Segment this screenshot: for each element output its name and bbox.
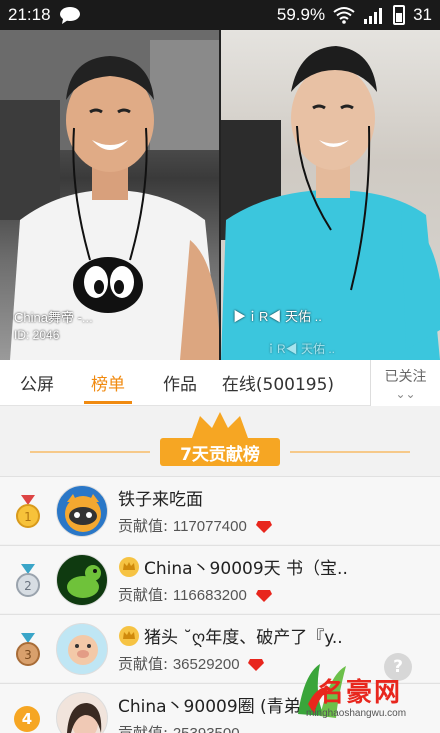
gem-icon <box>255 520 272 533</box>
battery-icon <box>393 5 406 25</box>
ranking-panel: 7天贡献榜 1 铁子来吃面 贡献值: 117077400 2 China丶900… <box>0 406 440 733</box>
tab-ranking-label: 榜单 <box>91 375 125 395</box>
vip-crown-icon <box>119 626 139 646</box>
contrib-label: 贡献值: <box>118 655 169 673</box>
gem-icon <box>248 658 265 671</box>
wifi-icon <box>333 7 355 24</box>
ranking-user-name: China丶90009圈 (青弟) <box>118 697 308 717</box>
bronze-medal-icon: 3 <box>16 633 40 666</box>
avatar-raccoon-icon <box>65 494 101 532</box>
tab-works-label: 作品 <box>163 375 197 395</box>
ranking-contribution: 贡献值: 116683200 <box>118 584 272 605</box>
tab-bar: 公屏 榜单 作品 在线(500195) 已关注 ⌄⌄ <box>0 360 440 406</box>
host-right-name-echo: ｉR◀ 天佑 .. <box>265 342 336 356</box>
avatar-turtle-icon <box>67 565 101 598</box>
contrib-value: 117077400 <box>172 518 247 535</box>
contrib-value: 116683200 <box>172 587 247 604</box>
status-extra-number: 31 <box>413 5 432 24</box>
contrib-label: 贡献值: <box>118 586 169 604</box>
host-left-id: ID: 2046 <box>14 328 60 342</box>
ranking-user-name: 铁子来吃面 <box>118 490 203 510</box>
svg-text:2: 2 <box>24 579 32 593</box>
tab-online-label: 在线(500195) <box>221 375 335 395</box>
contrib-value: 25393500 <box>173 725 240 733</box>
signal-icon <box>364 8 383 24</box>
video-area[interactable]: China舞帝 -... ID: 2046 ▶ｉR◀ 天佑 .. ｉR◀ 天佑 … <box>0 30 440 360</box>
ranking-header-line-right <box>290 451 410 453</box>
chat-bubble-icon <box>59 7 80 24</box>
contrib-label: 贡献值: <box>118 517 169 535</box>
status-bar: 21:18 59.9% 31 <box>0 0 440 30</box>
ranking-header-line-left <box>30 451 150 453</box>
host-left-name: China舞帝 -... <box>14 310 93 325</box>
tab-public-chat-label: 公屏 <box>20 375 54 395</box>
tab-ranking[interactable]: 榜单 <box>72 360 144 406</box>
watermark-url: minghaoshangwu.com <box>306 708 407 719</box>
chevron-down-icon: ⌄⌄ <box>395 387 416 401</box>
avatar[interactable] <box>56 554 108 606</box>
avatar[interactable] <box>56 692 108 733</box>
ranking-user-name: China丶90009天 书（宝.. <box>118 554 348 579</box>
ranking-row[interactable]: 1 铁子来吃面 贡献值: 117077400 <box>0 476 440 544</box>
ranking-contribution: 贡献值: 117077400 <box>118 515 272 536</box>
svg-text:1: 1 <box>24 510 32 524</box>
status-time: 21:18 <box>8 5 51 24</box>
avatar-person-icon <box>67 703 102 733</box>
watermark-title: 名豪网 <box>318 678 403 708</box>
ranking-header: 7天贡献榜 <box>0 412 440 472</box>
follow-label: 已关注 <box>384 369 427 385</box>
video-right-host[interactable]: ▶ｉR◀ 天佑 .. ｉR◀ 天佑 .. <box>221 30 440 360</box>
avatar[interactable] <box>56 485 108 537</box>
contrib-value: 36529200 <box>172 656 240 673</box>
tab-public-chat[interactable]: 公屏 <box>2 360 72 406</box>
gem-icon <box>255 589 272 602</box>
contrib-label: 贡献值: <box>118 724 169 733</box>
rank-number-badge: 4 <box>14 706 40 732</box>
silver-medal-icon: 2 <box>16 564 40 597</box>
ranking-user-name-text: China丶90009天 书（宝.. <box>144 559 348 579</box>
host-right-name: ▶ｉR◀ 天佑 .. <box>233 309 322 324</box>
video-left-host[interactable]: China舞帝 -... ID: 2046 <box>0 30 219 360</box>
tab-online[interactable]: 在线(500195) <box>216 360 340 406</box>
follow-button[interactable]: 已关注 ⌄⌄ <box>370 360 440 406</box>
battery-percent: 59.9% <box>276 5 326 24</box>
avatar[interactable] <box>56 623 108 675</box>
vip-crown-icon <box>119 557 139 577</box>
ranking-contribution: 贡献值: 25393500 <box>118 722 240 733</box>
svg-text:3: 3 <box>24 648 32 662</box>
ranking-title: 7天贡献榜 <box>160 438 280 466</box>
tab-works[interactable]: 作品 <box>144 360 216 406</box>
crown-icon <box>192 412 248 438</box>
avatar-pig-icon <box>68 635 98 665</box>
ranking-contribution: 贡献值: 36529200 <box>118 653 265 674</box>
ranking-row[interactable]: 2 China丶90009天 书（宝.. 贡献值: 116683200 <box>0 545 440 613</box>
gold-medal-icon: 1 <box>16 495 40 528</box>
